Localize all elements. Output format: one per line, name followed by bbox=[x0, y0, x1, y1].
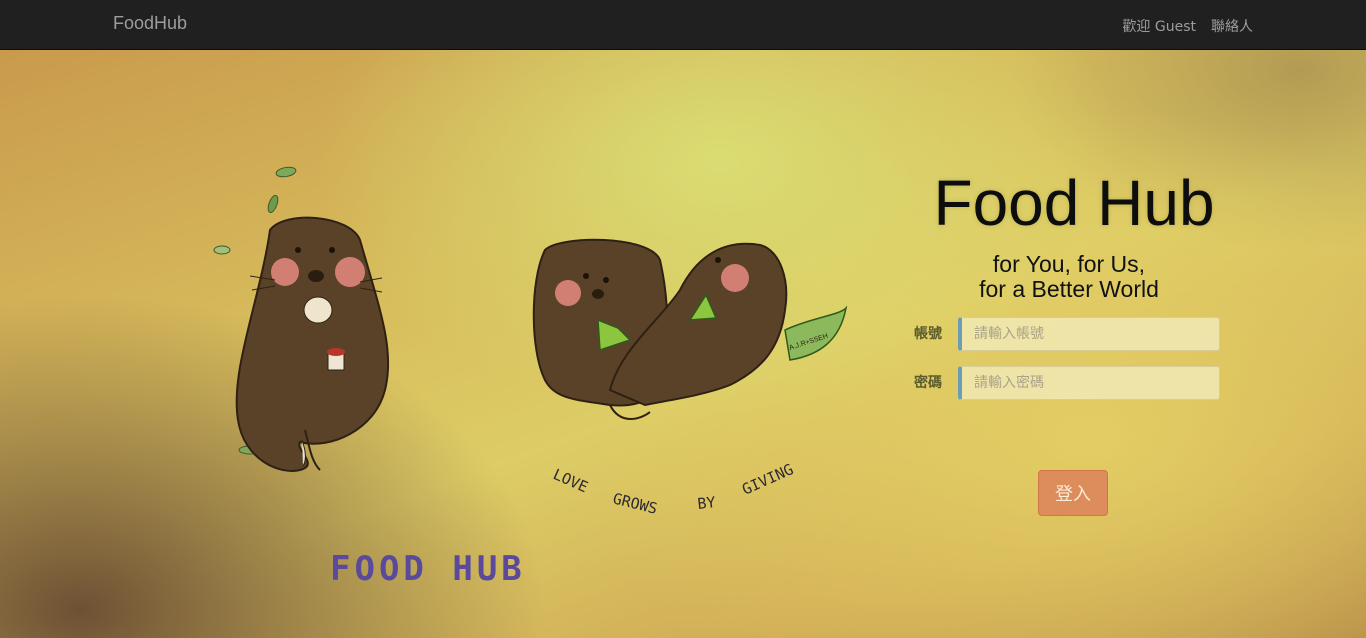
tagline-line-1: for You, for Us, bbox=[992, 251, 1146, 277]
slogan-word: BY bbox=[697, 493, 717, 513]
food-hub-logo: FOOD HUB bbox=[330, 549, 526, 589]
navbar-right: 歡迎 Guest 聯絡人 bbox=[1122, 16, 1253, 36]
cheek-icon bbox=[271, 258, 299, 286]
account-input[interactable] bbox=[958, 317, 1220, 351]
leaf-icon bbox=[213, 245, 231, 255]
slogan-word: LOVE bbox=[550, 465, 590, 496]
slogan-word: GIVING bbox=[739, 460, 796, 498]
slogan-text: LOVE GROWS BY GIVING bbox=[550, 460, 796, 518]
leaf-icon bbox=[267, 194, 279, 214]
top-navbar: FoodHub 歡迎 Guest 聯絡人 bbox=[0, 0, 1366, 50]
slogan-word: GROWS bbox=[611, 489, 659, 517]
page-title: Food Hub bbox=[933, 167, 1215, 239]
cheek-icon bbox=[335, 257, 365, 287]
password-input[interactable] bbox=[958, 366, 1220, 400]
left-animal-illustration bbox=[235, 216, 390, 472]
tagline-line-2: for a Better World bbox=[979, 276, 1159, 302]
login-button[interactable]: 登入 bbox=[1038, 470, 1108, 516]
account-label: 帳號 bbox=[914, 326, 942, 342]
password-label: 密碼 bbox=[914, 375, 942, 391]
bun-icon bbox=[303, 296, 333, 324]
tagline: for You, for Us, for a Better World bbox=[880, 252, 1258, 302]
hero-illustration: A.J.R+SSEH LOVE GROWS BY GIVING FOOD HUB bbox=[213, 166, 848, 589]
right-animals-illustration: A.J.R+SSEH bbox=[532, 238, 848, 420]
login-panel: Food Hub for You, for Us, for a Better W… bbox=[880, 150, 1260, 516]
cheek-icon bbox=[721, 264, 749, 292]
hero-section: A.J.R+SSEH LOVE GROWS BY GIVING FOOD HUB… bbox=[0, 50, 1366, 638]
welcome-guest-link[interactable]: 歡迎 Guest bbox=[1122, 16, 1196, 36]
brand-link[interactable]: FoodHub bbox=[113, 13, 187, 34]
leaf-icon bbox=[275, 166, 297, 178]
contact-link[interactable]: 聯絡人 bbox=[1211, 16, 1253, 36]
cheek-icon bbox=[555, 280, 581, 306]
